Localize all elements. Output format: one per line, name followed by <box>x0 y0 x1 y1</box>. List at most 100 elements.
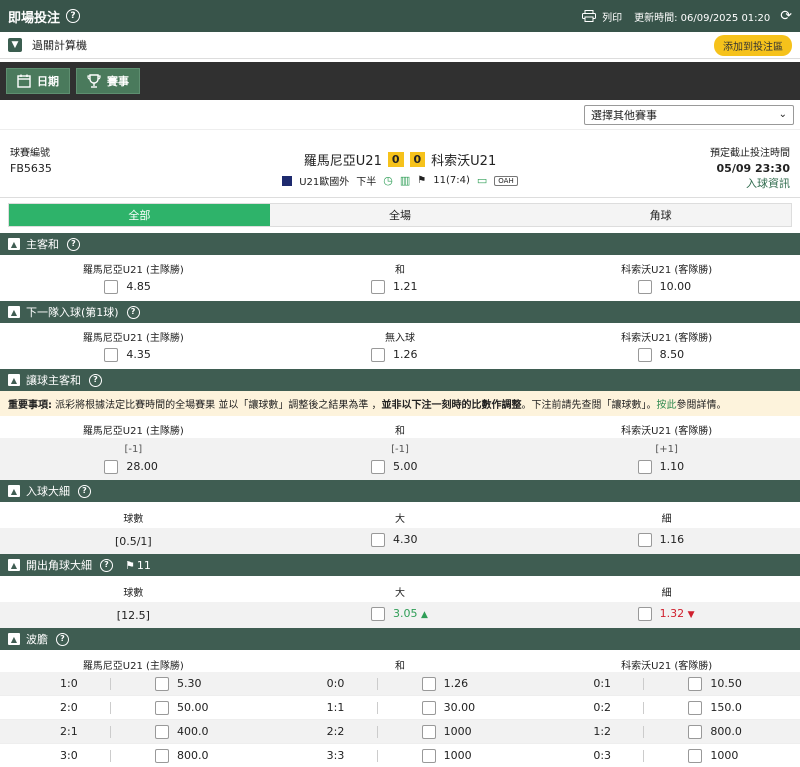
score-cell: 0:0 1.26 <box>267 676 534 691</box>
section-header-hda[interactable]: ▲ 主客和 ? <box>0 233 800 255</box>
odds-value: 800.0 <box>177 749 209 762</box>
table-row: 1:0 5.30 0:0 1.26 0:1 10.50 <box>0 672 800 696</box>
selection-checkbox[interactable] <box>371 347 385 362</box>
odds-value: 4.35 <box>126 348 151 361</box>
add-to-slip-button[interactable]: 添加到投注區 <box>714 34 792 56</box>
score-cell: 2:1 400.0 <box>0 724 267 739</box>
odds-cell-away: 8.50 <box>637 347 696 362</box>
calendar-icon <box>17 74 31 88</box>
divider <box>110 749 111 762</box>
tab-full-time[interactable]: 全場 <box>269 204 531 226</box>
date-button[interactable]: 日期 <box>6 68 70 94</box>
chevron-down-icon[interactable]: ▼ <box>8 38 22 52</box>
selection-checkbox[interactable] <box>637 606 652 621</box>
refresh-icon[interactable]: ⟳ <box>780 8 792 24</box>
selection-checkbox[interactable] <box>421 724 436 739</box>
help-icon[interactable]: ? <box>126 305 140 319</box>
selection-checkbox[interactable] <box>371 532 385 547</box>
selection-checkbox[interactable] <box>104 347 119 362</box>
help-icon[interactable]: ? <box>100 558 113 572</box>
print-link[interactable]: 列印 <box>602 9 622 24</box>
handicap-home: [-1] <box>124 443 143 455</box>
selection-checkbox[interactable] <box>155 724 169 739</box>
help-icon[interactable]: ? <box>66 9 81 23</box>
stats-icon[interactable]: ▥ <box>400 174 410 187</box>
date-button-label: 日期 <box>37 75 59 88</box>
selection-checkbox[interactable] <box>637 532 652 547</box>
parlay-calculator-label[interactable]: 過關計算機 <box>32 37 87 53</box>
notice-link[interactable]: 按此 <box>657 400 677 411</box>
selection-checkbox[interactable] <box>371 606 385 621</box>
selection-checkbox[interactable] <box>688 676 703 691</box>
selection-checkbox[interactable] <box>421 748 436 763</box>
selection-checkbox[interactable] <box>688 700 703 715</box>
home-team: 羅馬尼亞U21 <box>303 154 382 169</box>
top-header-bar: 即場投注 ? 列印 更新時間: 06/09/2025 01:20 ⟳ <box>0 0 800 32</box>
help-icon[interactable]: ? <box>56 632 69 646</box>
odds-value: 1.10 <box>659 460 685 473</box>
arrow-up-icon: ▲ <box>421 610 428 620</box>
selection-checkbox[interactable] <box>371 279 385 294</box>
odds-cell-home: 4.85 <box>104 279 162 294</box>
selection-checkbox[interactable] <box>155 748 169 763</box>
goal-info-link[interactable]: 入球資訊 <box>710 176 790 191</box>
hhad-odds-row: 28.00 5.00 1.10 <box>0 457 800 479</box>
selection-checkbox[interactable] <box>371 459 385 474</box>
odds-cell-away: 10.00 <box>637 279 696 294</box>
selection-checkbox[interactable] <box>104 459 119 474</box>
divider <box>376 725 378 738</box>
handicap-notice: 重要事項: 派彩將根據法定比賽時間的全場賽果 並以「讓球數」調整後之結果為準 ，… <box>0 391 800 416</box>
selection-checkbox[interactable] <box>637 347 652 362</box>
section-header-hilo[interactable]: ▲ 入球大細 ? <box>0 480 800 502</box>
tab-all[interactable]: 全部 <box>9 204 270 226</box>
teams-line: 羅馬尼亞U21 0 0 科索沃U21 <box>0 150 800 169</box>
clock-icon: ◷ <box>383 174 393 187</box>
section-header-corner-hilo[interactable]: ▲ 開出角球大細 ? ⚑ 11 <box>0 554 800 576</box>
section-header-correct-score[interactable]: ▲ 波膽 ? <box>0 628 800 650</box>
selection-checkbox[interactable] <box>155 700 169 715</box>
selection-checkbox[interactable] <box>688 724 703 739</box>
odds-cell-high: 4.30 <box>371 532 429 547</box>
selection-checkbox[interactable] <box>155 676 169 691</box>
help-icon[interactable]: ? <box>78 484 91 498</box>
notice-bold: 重要事項: <box>8 400 52 411</box>
odds-cell-draw: 1.21 <box>371 279 429 294</box>
chl-labels: 球數 大 細 <box>0 576 800 602</box>
score-label: 2:2 <box>326 725 345 738</box>
divider <box>643 677 645 690</box>
odds-value: 800.0 <box>710 725 742 738</box>
label-draw: 和 <box>395 425 405 437</box>
selection-checkbox[interactable] <box>421 700 436 715</box>
odds-value: 1.21 <box>393 280 418 293</box>
tab-corners[interactable]: 角球 <box>530 204 792 226</box>
selection-checkbox[interactable] <box>421 676 436 691</box>
hhad-labels: 羅馬尼亞U21 (主隊勝) 和 科索沃U21 (客隊勝) <box>0 416 800 438</box>
match-button[interactable]: 賽事 <box>76 68 140 94</box>
odds-value: 50.00 <box>177 701 209 714</box>
odds-value: 5.00 <box>393 460 418 473</box>
selection-checkbox[interactable] <box>688 748 703 763</box>
odds-cell-home: 4.35 <box>104 347 162 362</box>
section-header-next-goal[interactable]: ▲ 下一隊入球(第1球) ? <box>0 301 800 323</box>
hilo-labels: 球數 大 細 <box>0 502 800 528</box>
label-low: 細 <box>661 513 672 525</box>
help-icon[interactable]: ? <box>67 237 80 251</box>
printer-icon[interactable] <box>582 10 597 22</box>
divider <box>110 725 111 738</box>
match-subinfo: U21歐國外 下半 ◷ ▥ ⚑ 11(7:4) ▭ OAH <box>0 173 800 188</box>
label-draw: 和 <box>395 264 405 276</box>
match-select[interactable]: 選擇其他賽事 ⌄ <box>584 104 794 125</box>
section-header-handicap-hda[interactable]: ▲ 讓球主客和 ? <box>0 369 800 391</box>
table-row: 3:0 800.0 3:3 1000 0:3 1000 <box>0 744 800 767</box>
selection-checkbox[interactable] <box>637 279 652 294</box>
table-row: 2:1 400.0 2:2 1000 1:2 800.0 <box>0 720 800 744</box>
selection-checkbox[interactable] <box>104 279 119 294</box>
chevron-up-icon: ▲ <box>8 306 20 318</box>
chevron-up-icon: ▲ <box>8 238 20 250</box>
tv-icon[interactable]: ▭ <box>477 174 487 187</box>
label-low: 細 <box>661 587 672 599</box>
selection-checkbox[interactable] <box>637 459 652 474</box>
score-cell: 2:2 1000 <box>267 724 534 739</box>
updated-time: 更新時間: 06/09/2025 01:20 <box>634 12 771 24</box>
help-icon[interactable]: ? <box>89 373 102 387</box>
